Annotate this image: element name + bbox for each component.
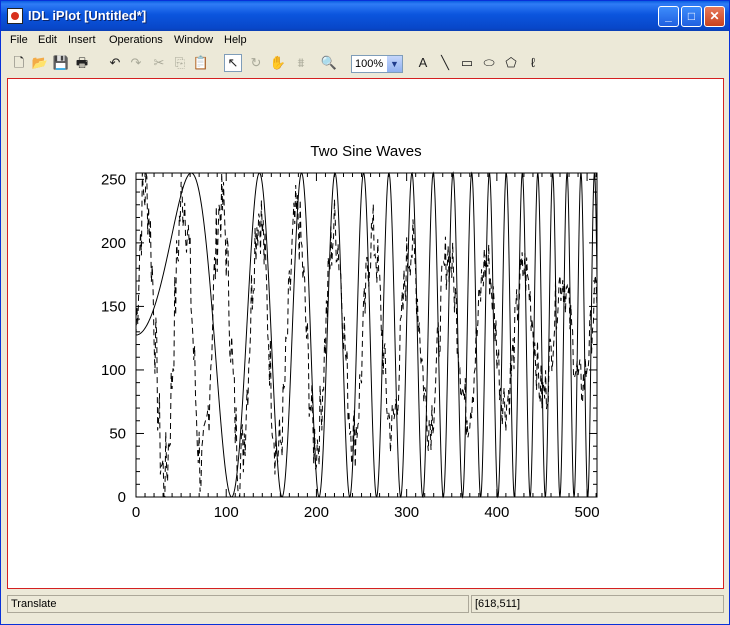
- data-range-icon[interactable]: ⩩: [292, 54, 310, 72]
- open-folder-icon[interactable]: 📂: [31, 54, 49, 72]
- undo-icon[interactable]: ↶: [106, 54, 124, 72]
- x-tick-label: 200: [304, 504, 329, 521]
- select-arrow-icon[interactable]: ↖: [224, 54, 242, 72]
- rectangle-tool-icon[interactable]: ▭: [458, 54, 476, 72]
- maximize-button[interactable]: □: [681, 6, 702, 27]
- x-tick-label: 100: [214, 504, 239, 521]
- polygon-tool-icon[interactable]: ⬠: [502, 54, 520, 72]
- text-tool-icon[interactable]: A: [414, 54, 432, 72]
- y-tick-label: 100: [101, 362, 126, 379]
- close-button[interactable]: ✕: [704, 6, 725, 27]
- menu-operations[interactable]: Operations: [109, 34, 163, 46]
- zoom-value: 100%: [355, 58, 384, 70]
- menu-bar: File Edit Insert Operations Window Help: [2, 31, 728, 49]
- chart-title: Two Sine Waves: [310, 143, 421, 160]
- zoom-magnifier-icon[interactable]: 🔍: [320, 54, 338, 72]
- status-bar: Translate [618,511]: [7, 595, 724, 615]
- window-title: IDL iPlot [Untitled*]: [28, 8, 147, 23]
- status-message-pane: Translate: [7, 595, 469, 613]
- iplot-window: IDL iPlot [Untitled*] _ □ ✕ File Edit In…: [0, 0, 730, 625]
- y-tick-label: 200: [101, 235, 126, 252]
- x-tick-label: 400: [484, 504, 509, 521]
- x-tick-label: 0: [132, 504, 140, 521]
- pan-hand-icon[interactable]: ✋: [269, 54, 287, 72]
- series-solid-line: [135, 171, 598, 499]
- redo-icon[interactable]: ↷: [127, 54, 145, 72]
- freehand-tool-icon[interactable]: ℓ: [524, 54, 542, 72]
- x-tick-label: 300: [394, 504, 419, 521]
- copy-icon[interactable]: ⎘: [171, 54, 189, 72]
- save-icon[interactable]: 💾: [52, 54, 70, 72]
- menu-edit[interactable]: Edit: [38, 34, 57, 46]
- y-tick-label: 250: [101, 171, 126, 188]
- status-coords-pane: [618,511]: [471, 595, 724, 613]
- plot-canvas[interactable]: Two Sine Waves 0 100 200 300 400 500 0 50 100 150…: [7, 78, 724, 589]
- menu-window[interactable]: Window: [174, 34, 213, 46]
- y-tick-label: 150: [101, 298, 126, 315]
- print-icon[interactable]: 🖶: [73, 54, 91, 72]
- ellipse-tool-icon[interactable]: ⬭: [480, 54, 498, 72]
- y-tick-label: 0: [118, 489, 126, 506]
- status-message: Translate: [11, 598, 57, 610]
- cut-icon[interactable]: ✂: [150, 54, 168, 72]
- new-file-icon[interactable]: 🗋: [10, 54, 28, 72]
- paste-icon[interactable]: 📋: [192, 54, 210, 72]
- idl-app-icon[interactable]: [7, 8, 23, 24]
- plot-series: [135, 171, 598, 499]
- sine-wave-plot[interactable]: Two Sine Waves 0 100 200 300 400 500 0 50 100 150…: [8, 79, 723, 588]
- zoom-select[interactable]: 100% ▼: [351, 55, 403, 73]
- chevron-down-icon[interactable]: ▼: [387, 56, 402, 72]
- x-tick-label: 500: [575, 504, 600, 521]
- minimize-button[interactable]: _: [658, 6, 679, 27]
- menu-help[interactable]: Help: [224, 34, 247, 46]
- line-tool-icon[interactable]: ╲: [436, 54, 454, 72]
- y-tick-label: 50: [109, 425, 126, 442]
- title-bar[interactable]: IDL iPlot [Untitled*] _ □ ✕: [1, 1, 729, 31]
- rotate-icon[interactable]: ↻: [247, 54, 265, 72]
- status-coords: [618,511]: [475, 598, 521, 610]
- menu-file[interactable]: File: [10, 34, 28, 46]
- menu-insert[interactable]: Insert: [68, 34, 96, 46]
